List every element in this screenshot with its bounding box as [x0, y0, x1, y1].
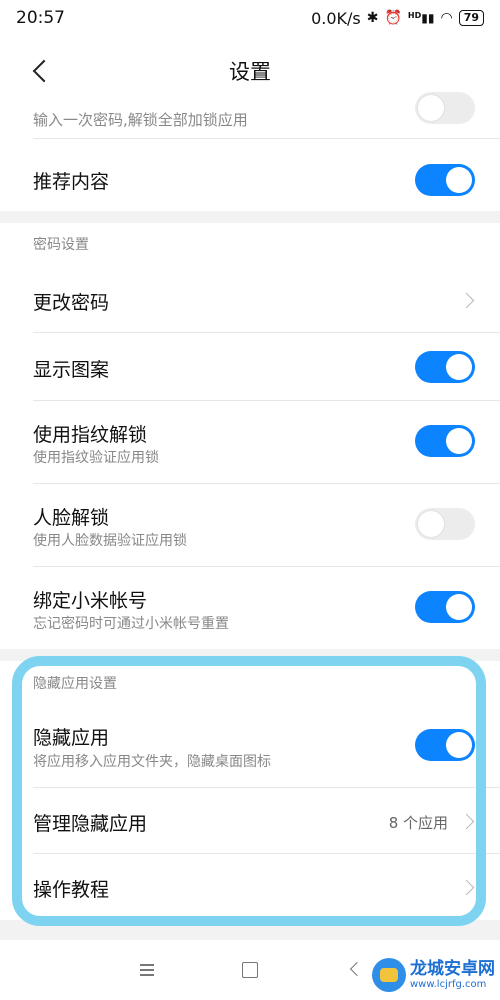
- list-item-subtitle: 使用人脸数据验证应用锁: [33, 533, 187, 549]
- back-arrow-icon[interactable]: [30, 58, 54, 84]
- toggle-fingerprint[interactable]: [415, 425, 475, 457]
- menu-icon[interactable]: [140, 964, 154, 976]
- home-icon[interactable]: [242, 962, 258, 978]
- toggle-show-pattern[interactable]: [415, 351, 475, 383]
- watermark-logo-icon: [372, 958, 406, 992]
- list-item-manage-hidden-apps[interactable]: 管理隐藏应用 8 个应用: [0, 788, 500, 854]
- status-icons: 0.0K/s ✱ ⏰ HD▮▮ ◠ 79: [311, 9, 484, 28]
- list-item-title: 显示图案: [33, 359, 110, 381]
- list-item-bind-mi-account[interactable]: 绑定小米帐号 忘记密码时可通过小米帐号重置: [0, 567, 500, 649]
- page-title: 设置: [229, 60, 271, 84]
- section-header-password: 密码设置: [0, 223, 500, 267]
- list-item-unlock-all[interactable]: 输入一次密码,解锁全部加锁应用: [0, 92, 500, 139]
- toggle-bind-mi-account[interactable]: [415, 591, 475, 623]
- bluetooth-icon: ✱: [366, 10, 379, 26]
- status-bar: 20:57 0.0K/s ✱ ⏰ HD▮▮ ◠ 79: [0, 0, 500, 36]
- list-item-face-unlock[interactable]: 人脸解锁 使用人脸数据验证应用锁: [0, 484, 500, 567]
- list-item-subtitle: 将应用移入应用文件夹，隐藏桌面图标: [33, 754, 271, 770]
- alarm-icon: ⏰: [384, 10, 402, 26]
- hidden-app-count: 8 个应用: [388, 814, 448, 832]
- list-item-fingerprint[interactable]: 使用指纹解锁 使用指纹验证应用锁: [0, 401, 500, 484]
- toggle-hide-apps[interactable]: [415, 729, 475, 761]
- list-item-tutorial[interactable]: 操作教程: [0, 854, 500, 920]
- list-item-title: 推荐内容: [33, 171, 110, 193]
- list-item-title: 人脸解锁: [33, 507, 110, 529]
- network-speed: 0.0K/s: [311, 8, 361, 28]
- list-item-change-password[interactable]: 更改密码: [0, 267, 500, 333]
- chevron-right-icon: [458, 813, 475, 830]
- list-item-hide-apps[interactable]: 隐藏应用 将应用移入应用文件夹，隐藏桌面图标: [0, 705, 500, 788]
- list-item-subtitle: 使用指纹验证应用锁: [33, 450, 159, 466]
- toggle-recommend[interactable]: [415, 164, 475, 196]
- chevron-right-icon: [458, 879, 475, 896]
- list-item-recommend[interactable]: 推荐内容: [0, 139, 500, 211]
- section-title: 隐藏应用设置: [33, 676, 117, 692]
- section-title: 密码设置: [33, 237, 89, 253]
- watermark-name: 龙城安卓网: [410, 958, 495, 979]
- signal-icon: HD▮▮: [407, 11, 435, 25]
- list-item-title: 隐藏应用: [33, 727, 110, 749]
- chevron-right-icon: [458, 292, 475, 309]
- watermark-url: www.lcjrfg.com: [410, 978, 487, 990]
- list-item-subtitle: 输入一次密码,解锁全部加锁应用: [33, 111, 248, 129]
- signal-label: HD: [407, 11, 422, 20]
- list-item-title: 绑定小米帐号: [33, 590, 148, 612]
- list-item-title: 使用指纹解锁: [33, 424, 148, 446]
- list-item-show-pattern[interactable]: 显示图案: [0, 333, 500, 401]
- list-item-subtitle: 忘记密码时可通过小米帐号重置: [33, 616, 229, 632]
- toggle-unlock-all[interactable]: [415, 92, 475, 124]
- wifi-icon: ◠: [440, 10, 453, 26]
- battery-icon: 79: [458, 10, 484, 26]
- list-item-title: 管理隐藏应用: [33, 813, 148, 835]
- watermark: 龙城安卓网 www.lcjrfg.com: [372, 953, 500, 997]
- section-header-hidden-apps: 隐藏应用设置: [0, 661, 500, 705]
- list-item-title: 更改密码: [33, 292, 110, 314]
- status-time: 20:57: [16, 8, 65, 28]
- toggle-face-unlock[interactable]: [415, 508, 475, 540]
- list-item-title: 操作教程: [33, 879, 110, 901]
- nav-back-icon[interactable]: [349, 961, 365, 977]
